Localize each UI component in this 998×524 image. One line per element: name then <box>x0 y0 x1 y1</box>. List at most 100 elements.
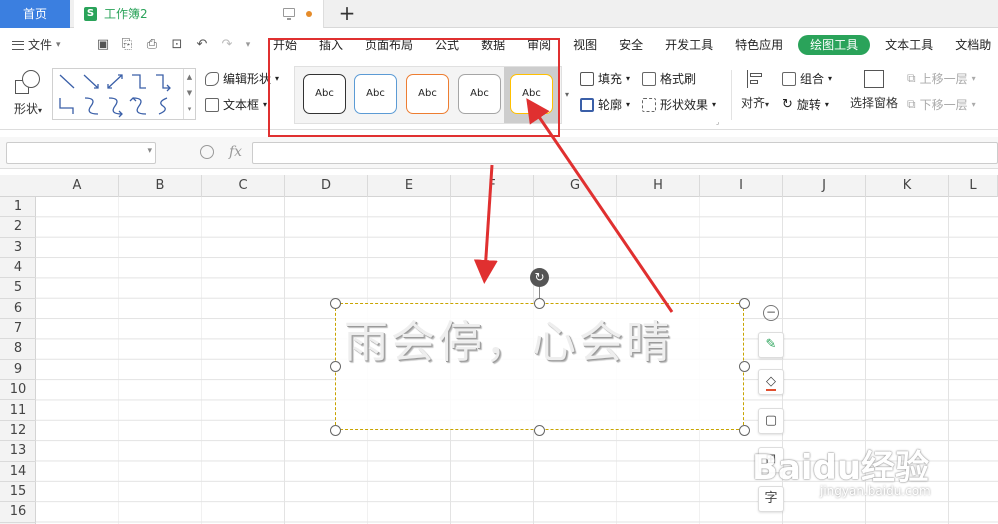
outline-button[interactable]: 轮廓 ▾ <box>580 96 630 113</box>
line-shapes-gallery[interactable]: ▲ ▼ ▾ <box>52 68 196 120</box>
menu-item-1[interactable]: 插入 <box>308 28 354 62</box>
rotate-handle-icon[interactable]: ↻ <box>530 268 549 287</box>
export-icon[interactable]: ⎘ <box>119 37 135 53</box>
format-painter-button[interactable]: 格式刷 <box>642 70 696 87</box>
align-button[interactable]: 对齐▾ <box>737 70 773 111</box>
name-box[interactable] <box>6 142 156 164</box>
rotate-button[interactable]: ↻ 旋转 ▾ <box>782 96 829 113</box>
shape-style-2[interactable]: Abc <box>354 74 397 114</box>
fill-color-icon[interactable]: ◇ <box>758 369 784 395</box>
column-header[interactable]: C <box>202 175 285 197</box>
collapse-toolbar-icon[interactable]: − <box>763 305 779 321</box>
column-header[interactable]: J <box>783 175 866 197</box>
file-menu[interactable]: 文件 ▾ <box>12 28 61 62</box>
menu-item-8[interactable]: 开发工具 <box>654 28 724 62</box>
row-header[interactable]: 11 <box>0 401 36 421</box>
shape-style-5[interactable]: Abc <box>510 74 553 114</box>
column-header[interactable]: L <box>949 175 998 197</box>
send-backward-button[interactable]: ⧉ 下移一层 ▾ <box>907 96 976 113</box>
row-header[interactable]: 1 <box>0 197 36 218</box>
row-header[interactable]: 2 <box>0 217 36 238</box>
shape-style-4[interactable]: Abc <box>458 74 501 114</box>
menu-item-4[interactable]: 数据 <box>470 28 516 62</box>
row-header[interactable]: 3 <box>0 238 36 259</box>
fill-button[interactable]: 填充 ▾ <box>580 70 630 87</box>
column-header[interactable]: K <box>866 175 949 197</box>
column-header[interactable]: F <box>451 175 534 197</box>
dialog-launcher-icon[interactable]: ⌟ <box>716 118 719 126</box>
resize-handle[interactable] <box>329 360 341 372</box>
menu-item-0[interactable]: 开始 <box>262 28 308 62</box>
gallery-scroll[interactable]: ▲ ▼ ▾ <box>183 69 195 119</box>
file-menu-label: 文件 <box>28 38 53 52</box>
shape-button[interactable]: 形状▾ <box>8 68 48 124</box>
column-header[interactable]: E <box>368 175 451 197</box>
menu-item-10[interactable]: 绘图工具 <box>798 35 871 55</box>
column-header[interactable]: A <box>36 175 119 197</box>
edit-shape-button[interactable]: 编辑形状 ▾ <box>205 70 279 87</box>
tab-home[interactable]: 首页 <box>0 0 70 28</box>
resize-handle[interactable] <box>738 297 750 309</box>
menu-item-9[interactable]: 特色应用 <box>724 28 794 62</box>
fx-icon[interactable]: fx <box>229 144 242 160</box>
new-tab-button[interactable]: + <box>336 2 358 26</box>
row-header[interactable]: 16 <box>0 502 36 523</box>
group-button[interactable]: 组合 ▾ <box>782 70 832 87</box>
formula-input[interactable] <box>252 142 998 164</box>
menu-scroll-icon[interactable]: ▸ <box>986 38 996 52</box>
shape-effect-icon <box>642 97 656 112</box>
style-gallery-scroll[interactable]: ▾ <box>562 66 572 124</box>
row-header[interactable]: 13 <box>0 441 36 462</box>
row-header[interactable]: 12 <box>0 421 36 442</box>
resize-handle[interactable] <box>329 424 341 436</box>
ribbon-tabs: 开始 插入 页面布局 公式 数据 审阅 视图 安全 开发工具 特色应用 绘图工具 文本工具 文档助 <box>262 28 998 62</box>
column-header[interactable]: G <box>534 175 617 197</box>
undo-icon[interactable]: ↶ <box>194 37 210 53</box>
formula-bar: fx <box>0 137 998 169</box>
resize-handle[interactable] <box>533 297 545 309</box>
layers-up-icon: ⧉ <box>907 71 916 85</box>
zoom-icon[interactable] <box>200 145 214 159</box>
row-header[interactable]: 15 <box>0 482 36 503</box>
outline-color-icon[interactable]: ▢ <box>758 408 784 434</box>
row-header[interactable]: 14 <box>0 462 36 482</box>
menu-item-6[interactable]: 视图 <box>562 28 608 62</box>
menu-item-5[interactable]: 审阅 <box>516 28 562 62</box>
print-preview-icon[interactable]: ⊡ <box>169 37 185 53</box>
resize-handle[interactable] <box>738 424 750 436</box>
quick-access-more-icon[interactable]: ▾ <box>240 37 256 53</box>
column-header[interactable]: I <box>700 175 783 197</box>
row-header[interactable]: 10 <box>0 380 36 401</box>
bring-forward-button[interactable]: ⧉ 上移一层 ▾ <box>907 70 976 87</box>
selection-pane-button[interactable]: 选择窗格 <box>848 70 900 111</box>
tab-workbook[interactable]: S 工作簿2 <box>74 0 324 28</box>
row-header[interactable]: 7 <box>0 319 36 340</box>
save-icon[interactable]: ▣ <box>95 37 111 53</box>
menu-item-11[interactable]: 文本工具 <box>874 28 944 62</box>
text-box-content[interactable]: 雨会停，心会晴 <box>344 306 673 370</box>
column-header[interactable]: H <box>617 175 700 197</box>
resize-handle[interactable] <box>533 424 545 436</box>
baidu-watermark-url: jingyan.baidu.com <box>820 484 931 498</box>
redo-icon[interactable]: ↷ <box>219 37 235 53</box>
print-icon[interactable]: ⎙ <box>144 37 160 53</box>
resize-handle[interactable] <box>329 297 341 309</box>
row-header[interactable]: 4 <box>0 258 36 279</box>
fill-bucket-icon <box>580 71 594 86</box>
text-box-button[interactable]: 文本框 ▾ <box>205 96 267 113</box>
menu-item-3[interactable]: 公式 <box>424 28 470 62</box>
shape-effect-button[interactable]: 形状效果 ▾ <box>642 96 716 113</box>
column-header[interactable]: D <box>285 175 368 197</box>
pen-icon[interactable]: ✎ <box>758 332 784 358</box>
column-header[interactable]: B <box>119 175 202 197</box>
menu-item-2[interactable]: 页面布局 <box>354 28 424 62</box>
monitor-icon[interactable] <box>283 8 295 20</box>
row-header[interactable]: 8 <box>0 339 36 360</box>
row-header[interactable]: 5 <box>0 278 36 299</box>
resize-handle[interactable] <box>738 360 750 372</box>
shape-style-1[interactable]: Abc <box>303 74 346 114</box>
row-header[interactable]: 9 <box>0 360 36 381</box>
shape-style-3[interactable]: Abc <box>406 74 449 114</box>
menu-item-7[interactable]: 安全 <box>608 28 654 62</box>
row-header[interactable]: 6 <box>0 299 36 320</box>
